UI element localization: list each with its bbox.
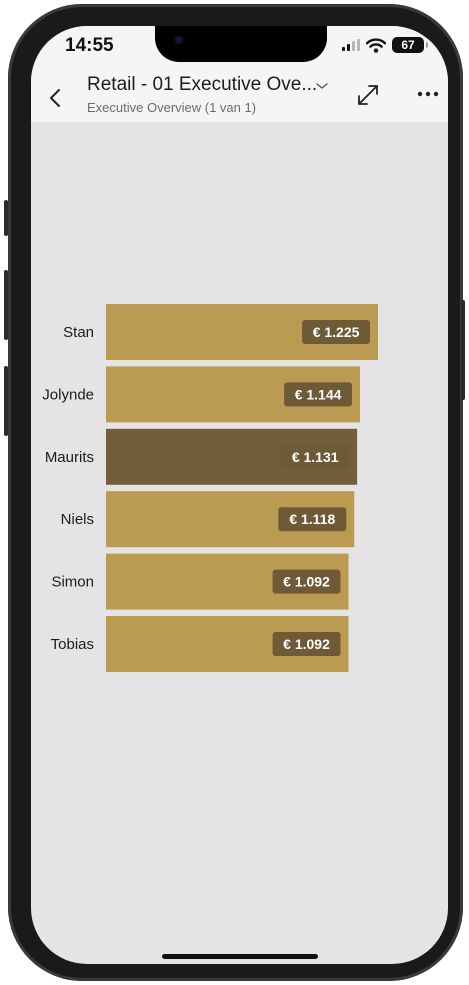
category-label: Stan [63,324,94,341]
category-label: Jolynde [42,386,94,403]
notch [155,26,327,62]
status-bar: 14:55 67 [31,26,448,74]
more-options-button[interactable] [415,84,441,104]
battery-icon: 67 [392,37,428,53]
bar-chart: Stan € 1.225 Jolynde € 1.144 Maurits € 1.131 N… [42,304,378,672]
chevron-down-icon [316,83,328,89]
category-label: Niels [61,511,94,528]
category-label: Maurits [45,449,94,466]
wifi-icon [366,37,386,53]
more-icon [417,91,439,97]
silent-switch [4,200,8,236]
chevron-left-icon [50,89,60,107]
category-label: Simon [51,574,94,591]
screen: 14:55 67 Retail - 01 Executive Ove... Ex… [31,26,448,964]
home-indicator[interactable] [162,954,318,959]
status-time: 14:55 [65,35,114,56]
volume-down-button [4,366,8,436]
category-label: Tobias [51,636,94,653]
signal-icon [342,39,360,51]
front-camera [175,36,183,44]
back-button[interactable] [39,80,73,114]
volume-up-button [4,270,8,340]
data-label: € 1.131 [292,449,339,465]
data-label: € 1.144 [295,386,342,402]
power-button [461,300,465,400]
page-subtitle: Executive Overview (1 van 1) [87,100,257,115]
status-icons: 67 [342,37,428,53]
data-label: € 1.092 [283,574,330,590]
expand-button[interactable] [353,80,383,110]
report-title[interactable]: Retail - 01 Executive Ove... [87,74,317,96]
expand-icon [358,85,378,105]
data-label: € 1.225 [313,324,360,340]
report-header: Retail - 01 Executive Ove... Executive O… [31,74,448,122]
title-dropdown-button[interactable] [315,78,329,89]
data-label: € 1.092 [283,636,330,652]
data-label: € 1.118 [289,511,335,527]
